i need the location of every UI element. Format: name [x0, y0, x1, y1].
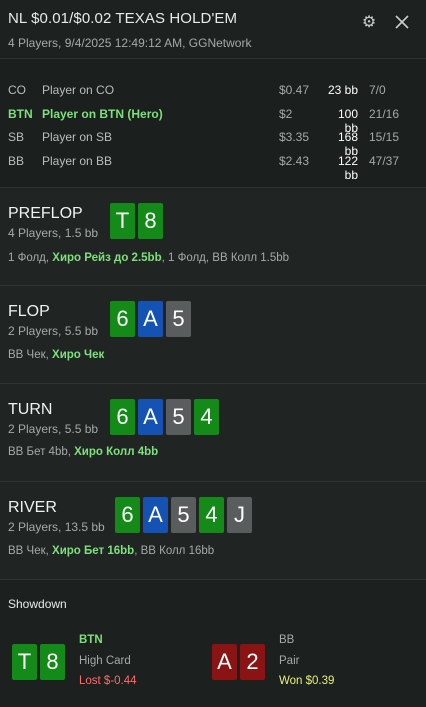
street-turn: TURN 2 Players, 5.5 bb 6 A 5 4 BB Бет 4b…: [0, 384, 426, 482]
player-position: BB: [8, 153, 25, 168]
street-info: 2 Players, 5.5 bb: [8, 324, 99, 338]
card: A: [143, 497, 168, 533]
player-stats: 15/15: [369, 130, 400, 144]
card: 5: [171, 497, 196, 533]
card: T: [12, 644, 37, 680]
player-position: SB: [8, 130, 25, 144]
player-stack: $0.47: [279, 83, 310, 97]
street-name: TURN: [8, 401, 53, 418]
players-table: CO Player on CO $0.47 23 bb 7/0 BTN Play…: [0, 59, 426, 188]
player-name: Player on CO: [42, 83, 115, 97]
player-bb: 23 bb: [327, 83, 358, 97]
player-stack: $2.43: [279, 153, 310, 168]
board-cards: 6 A 5 4: [110, 399, 219, 435]
street-actions: BB Чек, Хиро Чек: [8, 349, 105, 361]
card: A: [138, 301, 163, 337]
hero-position: BTN: [79, 634, 103, 646]
card: J: [227, 497, 252, 533]
card: 6: [110, 301, 135, 337]
hero-action: Хиро Бет 16bb: [52, 545, 135, 557]
player-stack: $2: [279, 106, 293, 121]
street-info: 2 Players, 13.5 bb: [8, 520, 105, 534]
player-row-co: CO Player on CO $0.47 23 bb 7/0: [0, 79, 426, 103]
hero-action: Хиро Чек: [52, 349, 105, 361]
street-info: 2 Players, 5.5 bb: [8, 422, 99, 436]
villain-result: Won $0.39: [279, 675, 335, 687]
board-cards: 6 A 5: [110, 301, 191, 337]
street-preflop: PREFLOP 4 Players, 1.5 bb T 8 1 Фолд, Хи…: [0, 188, 426, 286]
street-flop: FLOP 2 Players, 5.5 bb 6 A 5 BB Чек, Хир…: [0, 286, 426, 384]
card: A: [212, 644, 237, 680]
showdown-title: Showdown: [8, 597, 67, 611]
player-position: CO: [8, 83, 26, 97]
player-row-sb: SB Player on SB $3.35 168 bb 15/15: [0, 126, 426, 158]
street-river: RIVER 2 Players, 13.5 bb 6 A 5 4 J BB Че…: [0, 482, 426, 580]
board-cards: T 8: [110, 203, 163, 239]
close-icon[interactable]: [392, 12, 412, 32]
street-info: 4 Players, 1.5 bb: [8, 226, 99, 240]
villain-hand-rank: Pair: [279, 655, 300, 667]
hero-result: Lost $-0.44: [79, 675, 137, 687]
card: 4: [194, 399, 219, 435]
header: NL $0.01/$0.02 TEXAS HOLD'EM 4 Players, …: [0, 0, 426, 59]
player-position: BTN: [8, 106, 33, 121]
villain-position: BB: [279, 634, 295, 646]
card: 5: [166, 399, 191, 435]
villain-hole-cards: A 2: [212, 644, 265, 680]
hero-action: Хиро Колл 4bb: [74, 446, 159, 458]
card: 8: [138, 203, 163, 239]
player-row-bb: BB Player on BB $2.43 122 bb 47/37: [0, 150, 426, 182]
player-stats: 21/16: [369, 106, 400, 121]
street-name: RIVER: [8, 499, 57, 516]
showdown-panel: Showdown T 8 BTN High Card Lost $-0.44 A…: [0, 580, 426, 707]
street-actions: 1 Фолд, Хиро Рейз до 2.5bb, 1 Фолд, BB К…: [8, 252, 290, 264]
street-actions: BB Чек, Хиро Бет 16bb, BB Колл 16bb: [8, 545, 215, 557]
card: 5: [166, 301, 191, 337]
street-name: FLOP: [8, 303, 50, 320]
card: 8: [40, 644, 65, 680]
player-name: Player on BB: [42, 153, 113, 168]
player-stats: 7/0: [369, 83, 386, 97]
player-name: Player on BTN (Hero): [42, 106, 163, 121]
player-bb: 122 bb: [337, 153, 358, 182]
hand-title: NL $0.01/$0.02 TEXAS HOLD'EM: [8, 10, 238, 27]
player-stats: 47/37: [369, 153, 400, 168]
hero-hole-cards: T 8: [12, 644, 65, 680]
card: 4: [199, 497, 224, 533]
player-stack: $3.35: [279, 130, 310, 144]
player-row-btn: BTN Player on BTN (Hero) $2 100 bb 21/16: [0, 103, 426, 135]
hand-subtitle: 4 Players, 9/4/2025 12:49:12 AM, GGNetwo…: [8, 36, 252, 50]
card: 2: [240, 644, 265, 680]
street-name: PREFLOP: [8, 205, 83, 222]
card: 6: [115, 497, 140, 533]
street-actions: BB Бет 4bb, Хиро Колл 4bb: [8, 446, 159, 458]
board-cards: 6 A 5 4 J: [115, 497, 252, 533]
card: T: [110, 203, 135, 239]
gear-icon[interactable]: ⚙: [360, 14, 378, 32]
card: A: [138, 399, 163, 435]
hero-hand-rank: High Card: [79, 655, 131, 667]
hero-action: Хиро Рейз до 2.5bb: [52, 252, 162, 264]
card: 6: [110, 399, 135, 435]
player-name: Player on SB: [42, 130, 113, 144]
